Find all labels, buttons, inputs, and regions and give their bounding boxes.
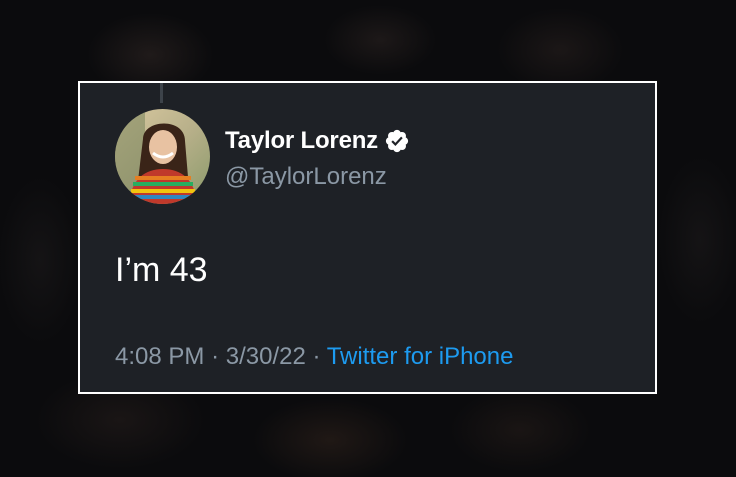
- user-handle[interactable]: @TaylorLorenz: [225, 163, 387, 191]
- display-name[interactable]: Taylor Lorenz: [225, 127, 378, 155]
- meta-separator: ·: [312, 343, 321, 370]
- tweet-metadata: 4:08 PM · 3/30/22 · Twitter for iPhone: [115, 343, 513, 371]
- avatar-photo: [115, 109, 210, 204]
- author-name-row[interactable]: Taylor Lorenz: [225, 127, 410, 155]
- verified-badge-icon: [384, 128, 410, 154]
- tweet-source-link[interactable]: Twitter for iPhone: [327, 343, 514, 370]
- meta-separator: ·: [211, 343, 220, 370]
- tweet-time[interactable]: 4:08 PM: [115, 343, 204, 370]
- tweet-text: I’m 43: [115, 251, 208, 289]
- tweet-card: Taylor Lorenz @TaylorLorenz I’m 43 4:08 …: [78, 81, 657, 394]
- tweet-date[interactable]: 3/30/22: [226, 343, 306, 370]
- avatar[interactable]: [115, 109, 210, 204]
- thread-connector-line: [160, 83, 163, 103]
